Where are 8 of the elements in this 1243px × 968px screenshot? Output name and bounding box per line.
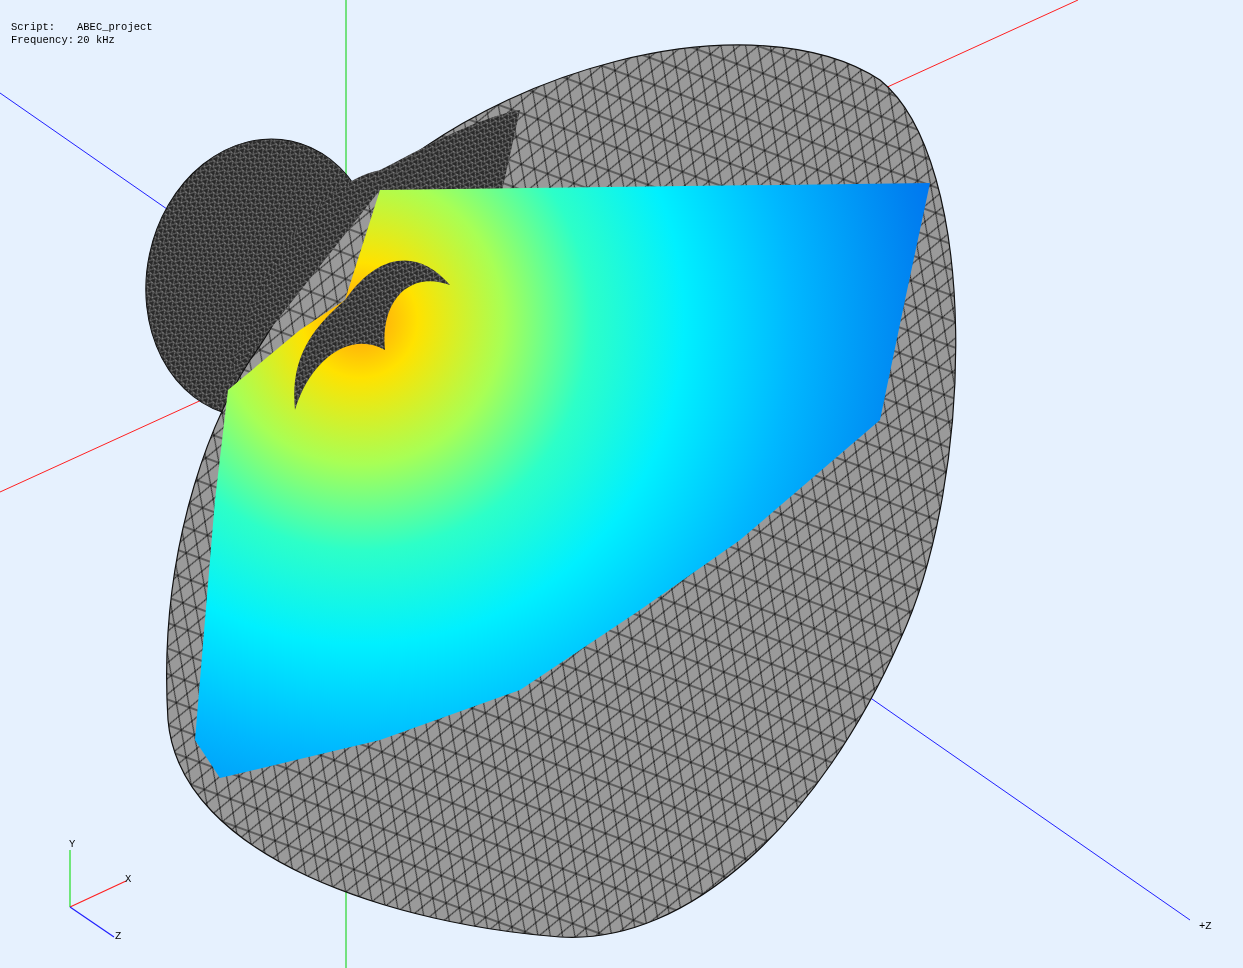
info-value: ABEC_project	[77, 21, 153, 33]
axis-label: +Z	[1199, 920, 1212, 932]
info-label: Script:	[11, 21, 56, 33]
triad-label: X	[125, 873, 132, 885]
triad-label: Z	[115, 930, 122, 942]
info-value: 20 kHz	[77, 34, 115, 46]
triad-label: Y	[69, 838, 76, 850]
info-label: Frequency:	[11, 34, 74, 46]
